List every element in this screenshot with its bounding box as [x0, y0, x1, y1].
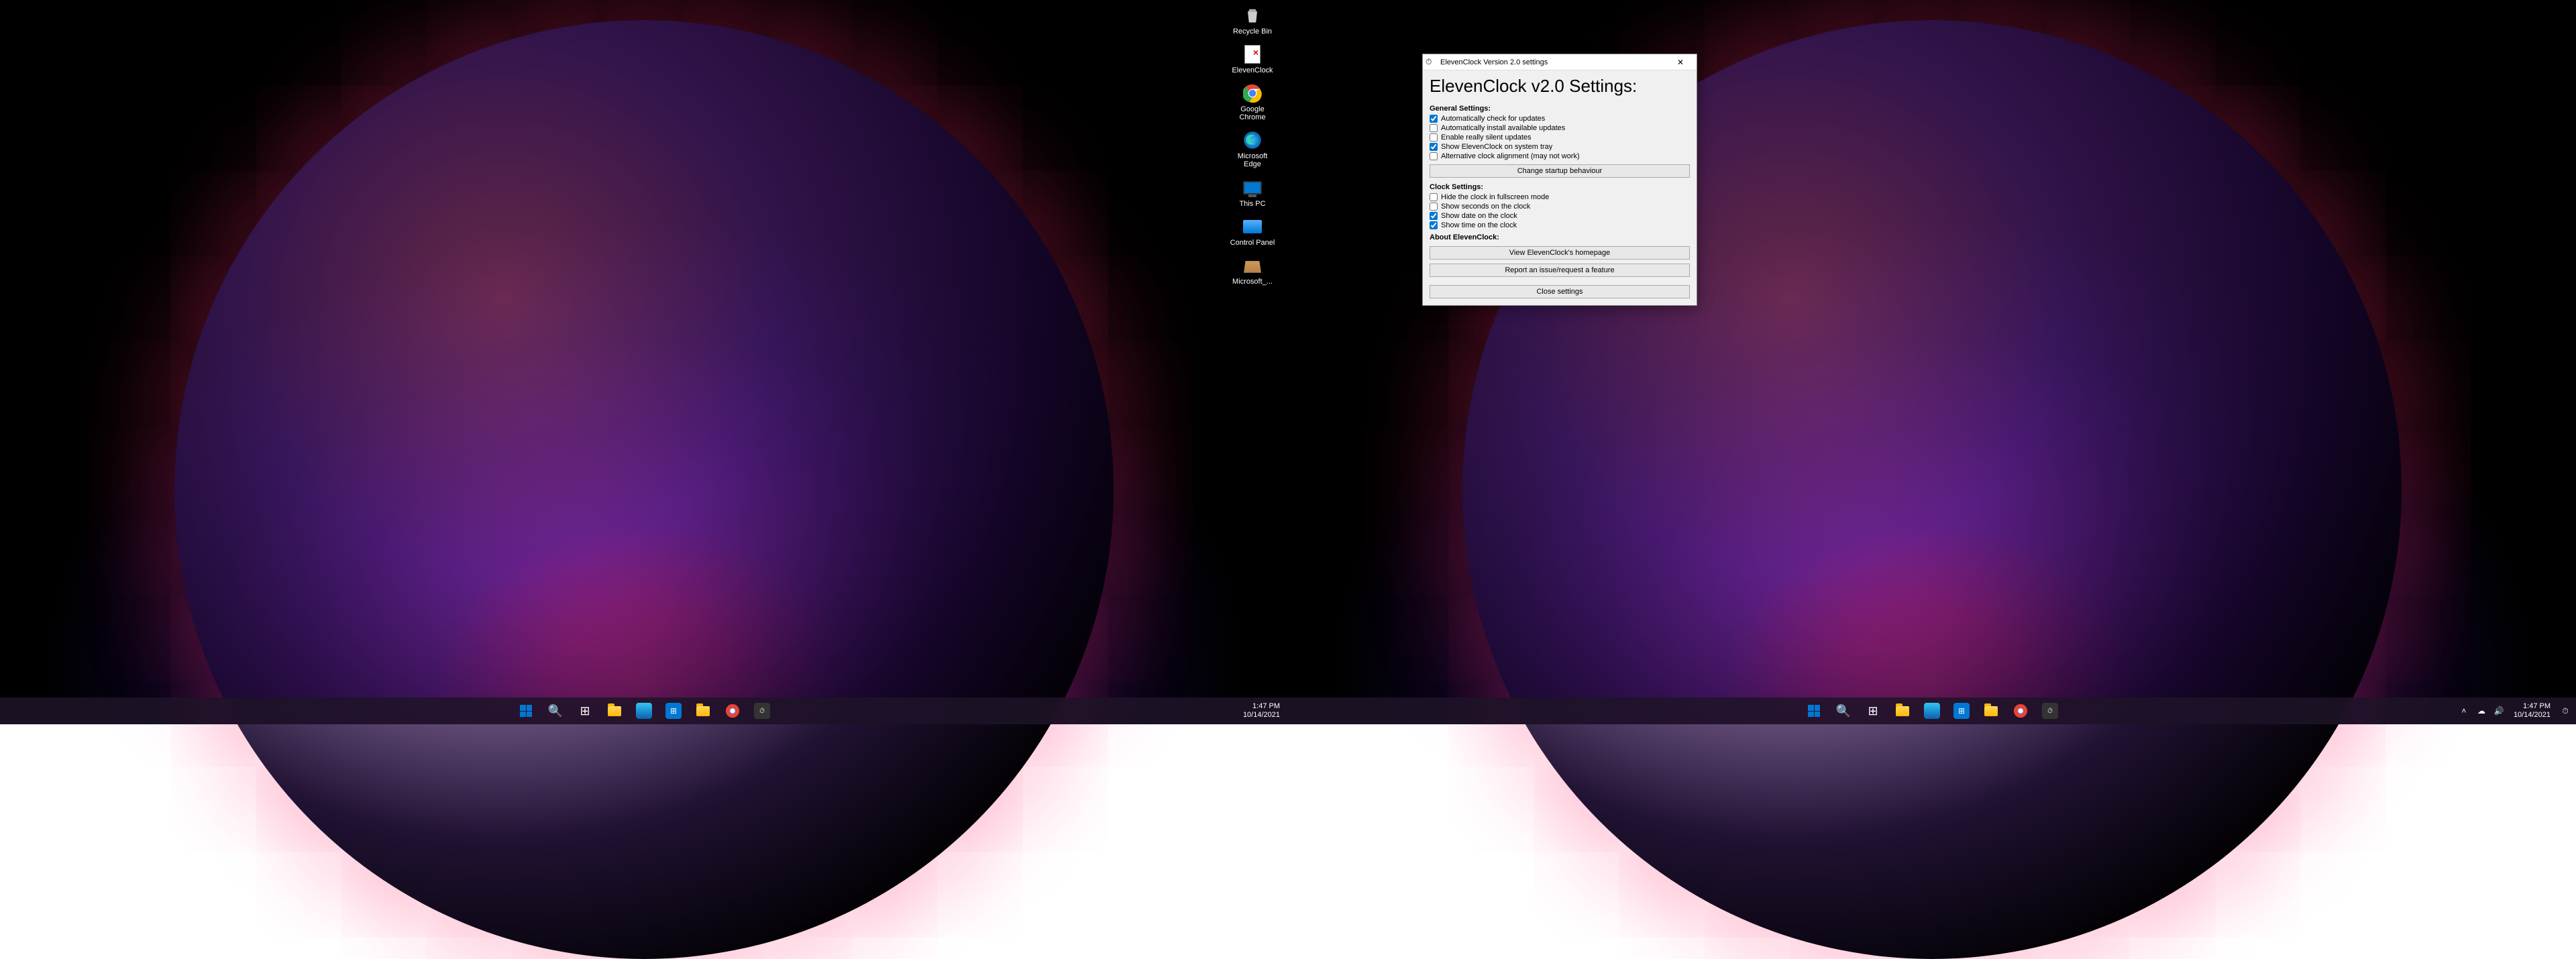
checkbox[interactable]: [1430, 203, 1438, 211]
opt-auto-check-updates[interactable]: Automatically check for updates: [1430, 115, 1690, 123]
desktop-icon-this-pc[interactable]: This PC: [1227, 176, 1278, 209]
checkbox-label: Hide the clock in fullscreen mode: [1441, 193, 1549, 201]
general-section-title: General Settings:: [1430, 105, 1690, 113]
clock-date: 10/14/2021: [2514, 711, 2551, 720]
taskbar-app-chrome[interactable]: [2007, 697, 2034, 724]
taskbar-clock[interactable]: 1:47 PM 10/14/2021: [2508, 702, 2556, 720]
window-body: ElevenClock v2.0 Settings: General Setti…: [1423, 70, 1697, 305]
opt-show-seconds[interactable]: Show seconds on the clock: [1430, 203, 1690, 211]
opt-silent-updates[interactable]: Enable really silent updates: [1430, 133, 1690, 142]
start-button[interactable]: [1801, 697, 1827, 724]
tray-volume-icon[interactable]: 🔊: [2491, 697, 2507, 724]
taskbar-center: 🔍 ⊞ ⊞ ⏱: [1801, 697, 2063, 724]
checkbox[interactable]: [1430, 115, 1438, 123]
desktop-icon-elevenclock[interactable]: ElevenClock: [1227, 42, 1278, 76]
monitor-1: Recycle Bin ElevenClock Google Chrome Mi…: [0, 0, 1288, 724]
checkbox[interactable]: [1430, 152, 1438, 160]
window-title: ElevenClock Version 2.0 settings: [1440, 58, 1667, 66]
opt-auto-install-updates[interactable]: Automatically install available updates: [1430, 124, 1690, 132]
recycle-bin-icon: [1242, 5, 1263, 26]
checkbox-label: Show date on the clock: [1441, 212, 1517, 220]
desktop-icon-label: Recycle Bin: [1233, 27, 1272, 36]
desktop-icon-recycle-bin[interactable]: Recycle Bin: [1227, 3, 1278, 37]
desktop-icon-edge[interactable]: Microsoft Edge: [1227, 128, 1278, 170]
checkbox-label: Automatically install available updates: [1441, 124, 1565, 132]
task-view-button[interactable]: ⊞: [1860, 697, 1886, 724]
checkbox[interactable]: [1430, 221, 1438, 229]
desktop-icon-chrome[interactable]: Google Chrome: [1227, 81, 1278, 123]
checkbox[interactable]: [1430, 193, 1438, 201]
script-icon: [1242, 44, 1263, 65]
checkbox-label: Show seconds on the clock: [1441, 203, 1530, 211]
taskbar-app-explorer[interactable]: [1889, 697, 1916, 724]
taskbar-1: 🔍 ⊞ ⊞ ⏱ 1:47 PM 10/14/2021: [0, 697, 1288, 724]
checkbox-label: Show time on the clock: [1441, 221, 1517, 229]
taskbar-app-edge[interactable]: [631, 697, 657, 724]
start-button[interactable]: [513, 697, 539, 724]
checkbox[interactable]: [1430, 133, 1438, 142]
checkbox[interactable]: [1430, 143, 1438, 151]
box-icon: [1242, 255, 1263, 276]
tray-chevron-icon[interactable]: ˄: [2456, 697, 2472, 724]
task-view-button[interactable]: ⊞: [572, 697, 598, 724]
taskbar-tray: ˄ ☁ 🔊 1:47 PM 10/14/2021 ⏱: [2456, 697, 2573, 724]
clock-section-title: Clock Settings:: [1430, 183, 1690, 191]
taskbar-app-elevenclock[interactable]: ⏱: [749, 697, 775, 724]
elevenclock-settings-window: ⏱ ElevenClock Version 2.0 settings ✕ Ele…: [1422, 54, 1697, 306]
desktop-icon-label: Microsoft_...: [1232, 278, 1273, 286]
clock-time: 1:47 PM: [1243, 702, 1280, 711]
desktop-icon-label: ElevenClock: [1232, 66, 1273, 74]
checkbox-label: Alternative clock alignment (may not wor…: [1441, 152, 1580, 160]
desktop-icons-area: Recycle Bin ElevenClock Google Chrome Mi…: [1227, 3, 1278, 287]
change-startup-button[interactable]: Change startup behaviour: [1430, 164, 1690, 178]
taskbar-app-chrome[interactable]: [719, 697, 746, 724]
opt-hide-fullscreen[interactable]: Hide the clock in fullscreen mode: [1430, 193, 1690, 201]
opt-show-time[interactable]: Show time on the clock: [1430, 221, 1690, 229]
view-homepage-button[interactable]: View ElevenClock's homepage: [1430, 246, 1690, 260]
checkbox-label: Automatically check for updates: [1441, 115, 1545, 123]
clock-date: 10/14/2021: [1243, 711, 1280, 720]
chrome-icon: [1242, 82, 1263, 104]
clock-time: 1:47 PM: [2514, 702, 2551, 711]
desktop-icon-label: Google Chrome: [1228, 105, 1277, 121]
close-button[interactable]: ✕: [1667, 54, 1694, 70]
window-icon: ⏱: [1426, 57, 1436, 68]
opt-show-tray[interactable]: Show ElevenClock on system tray: [1430, 143, 1690, 151]
report-issue-button[interactable]: Report an issue/request a feature: [1430, 264, 1690, 277]
search-button[interactable]: 🔍: [1830, 697, 1857, 724]
desktop-icon-label: This PC: [1239, 200, 1265, 208]
desktop-icon-microsoft-folder[interactable]: Microsoft_...: [1227, 253, 1278, 287]
taskbar-app-edge[interactable]: [1919, 697, 1945, 724]
opt-show-date[interactable]: Show date on the clock: [1430, 212, 1690, 220]
monitor-2: ⏱ ElevenClock Version 2.0 settings ✕ Ele…: [1288, 0, 2576, 724]
tray-onedrive-icon[interactable]: ☁: [2473, 697, 2489, 724]
close-settings-button[interactable]: Close settings: [1430, 285, 1690, 298]
taskbar-app-explorer[interactable]: [601, 697, 628, 724]
taskbar-app-folder[interactable]: [690, 697, 716, 724]
control-panel-icon: [1242, 216, 1263, 237]
opt-alt-alignment[interactable]: Alternative clock alignment (may not wor…: [1430, 152, 1690, 160]
taskbar-app-store[interactable]: ⊞: [660, 697, 687, 724]
desktop-icon-control-panel[interactable]: Control Panel: [1227, 215, 1278, 248]
taskbar-app-folder[interactable]: [1978, 697, 2004, 724]
taskbar-clock[interactable]: 1:47 PM 10/14/2021: [1238, 702, 1285, 720]
taskbar-2: 🔍 ⊞ ⊞ ⏱ ˄ ☁ 🔊 1:47 PM 10/14/2021 ⏱: [1288, 697, 2576, 724]
taskbar-tray: 1:47 PM 10/14/2021: [1238, 702, 1285, 720]
taskbar-center: 🔍 ⊞ ⊞ ⏱: [513, 697, 775, 724]
desktop-icon-label: Control Panel: [1230, 239, 1275, 247]
checkbox-label: Show ElevenClock on system tray: [1441, 143, 1552, 151]
checkbox[interactable]: [1430, 124, 1438, 132]
edge-icon: [1242, 129, 1263, 151]
window-titlebar[interactable]: ⏱ ElevenClock Version 2.0 settings ✕: [1423, 54, 1697, 70]
desktop-icon-label: Microsoft Edge: [1228, 152, 1277, 168]
about-section-title: About ElevenClock:: [1430, 233, 1690, 241]
checkbox-label: Enable really silent updates: [1441, 133, 1532, 142]
search-button[interactable]: 🔍: [542, 697, 569, 724]
settings-heading: ElevenClock v2.0 Settings:: [1430, 76, 1690, 97]
taskbar-app-store[interactable]: ⊞: [1948, 697, 1975, 724]
tray-elevenclock-icon[interactable]: ⏱: [2557, 697, 2573, 724]
taskbar-app-elevenclock[interactable]: ⏱: [2037, 697, 2063, 724]
checkbox[interactable]: [1430, 212, 1438, 220]
pc-icon: [1242, 177, 1263, 199]
